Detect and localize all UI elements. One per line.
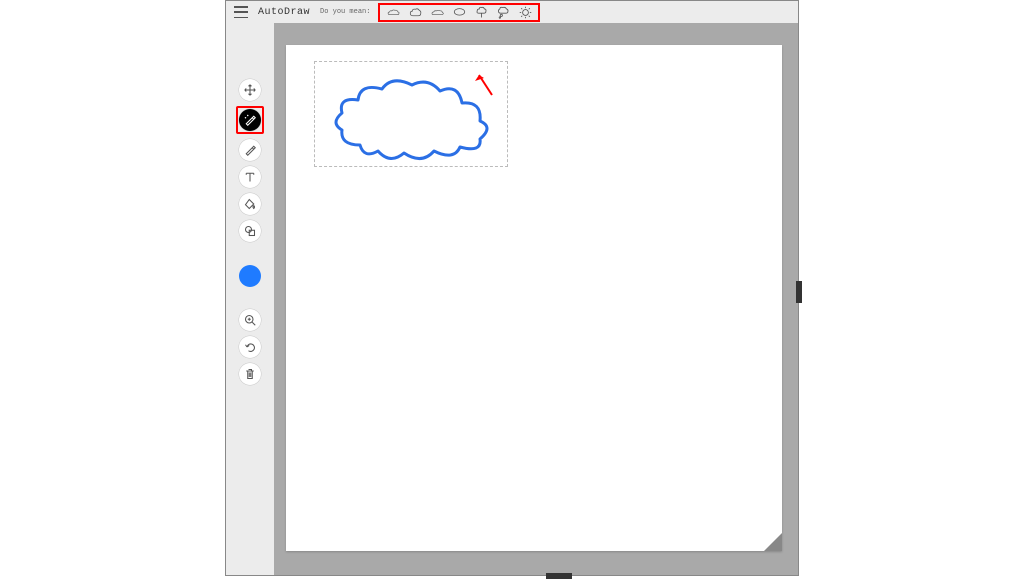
autodraw-tool-highlight bbox=[236, 106, 264, 134]
topbar: AutoDraw Do you mean: bbox=[226, 1, 798, 23]
canvas-resize-handle[interactable] bbox=[764, 533, 782, 551]
suggestion-cloud-c-icon[interactable] bbox=[430, 5, 444, 19]
suggestion-bar bbox=[378, 3, 540, 22]
suggestion-cloud-a-icon[interactable] bbox=[386, 5, 400, 19]
suggestion-thought-bubble-icon[interactable] bbox=[496, 5, 510, 19]
sidebar-tools bbox=[226, 23, 274, 575]
fill-tool-icon[interactable] bbox=[239, 193, 261, 215]
suggest-label: Do you mean: bbox=[320, 8, 370, 16]
text-tool-icon[interactable] bbox=[239, 166, 261, 188]
suggestion-cloud-b-icon[interactable] bbox=[408, 5, 422, 19]
delete-tool-icon[interactable] bbox=[239, 363, 261, 385]
suggestion-speech-bubble-icon[interactable] bbox=[452, 5, 466, 19]
color-swatch[interactable] bbox=[239, 265, 261, 287]
shape-tool-icon[interactable] bbox=[239, 220, 261, 242]
app-title: AutoDraw bbox=[258, 7, 310, 18]
move-tool-icon[interactable] bbox=[239, 79, 261, 101]
zoom-tool-icon[interactable] bbox=[239, 309, 261, 331]
app-window: AutoDraw Do you mean: bbox=[225, 0, 799, 576]
scrollbar-horizontal[interactable] bbox=[546, 573, 572, 579]
autodraw-tool-icon[interactable] bbox=[239, 109, 261, 131]
cloud-sketch[interactable] bbox=[330, 75, 500, 165]
scrollbar-vertical[interactable] bbox=[796, 281, 802, 303]
draw-tool-icon[interactable] bbox=[239, 139, 261, 161]
menu-icon[interactable] bbox=[234, 6, 248, 18]
suggestion-sun-outline-icon[interactable] bbox=[518, 5, 532, 19]
drawing-canvas[interactable] bbox=[286, 45, 782, 551]
undo-tool-icon[interactable] bbox=[239, 336, 261, 358]
suggestion-tree-icon[interactable] bbox=[474, 5, 488, 19]
